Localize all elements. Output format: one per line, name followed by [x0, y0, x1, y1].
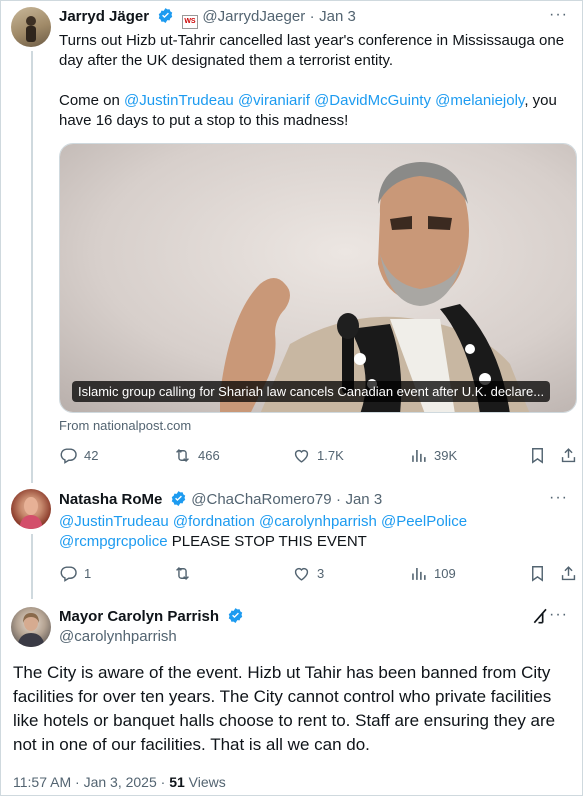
like-button[interactable]: 3: [292, 564, 324, 583]
handle[interactable]: @carolynhparrish: [59, 628, 177, 645]
tweet-text: @JustinTrudeau @fordnation @carolynhparr…: [59, 512, 579, 552]
handle[interactable]: @JarrydJaeger: [202, 8, 305, 25]
tweet-date[interactable]: Jan 3: [319, 8, 356, 25]
link-card-source[interactable]: From nationalpost.com: [59, 418, 191, 433]
tweet-text-line: have 16 days to put a stop to this madne…: [59, 112, 349, 129]
avatar-jarryd[interactable]: [11, 7, 51, 47]
mention-link[interactable]: @PeelPolice: [381, 513, 467, 530]
tweet-actions: 42 466 1.7K 39K: [59, 446, 579, 468]
repost-icon: [176, 566, 189, 581]
tweet-text-segment: PLEASE STOP THIS EVENT: [171, 533, 367, 550]
more-options-button[interactable]: ···: [549, 6, 568, 24]
repost-icon: [176, 448, 189, 463]
mention-link[interactable]: @DavidMcGuinty: [314, 92, 431, 109]
person-silhouette-icon: [26, 16, 36, 42]
reply-button[interactable]: 1: [59, 564, 91, 583]
tweet-text-segment: , you: [524, 92, 557, 109]
photo-man-with-microphone: [60, 144, 576, 412]
reply-icon: [60, 566, 77, 582]
tweet-text-segment: Come on: [59, 92, 125, 109]
bookmark-button[interactable]: [528, 564, 547, 583]
tweet-header: Natasha RoMe @ChaChaRomero79 · Jan 3: [59, 490, 382, 510]
reply-count: 42: [84, 448, 99, 463]
tweet-header: Mayor Carolyn Parrish: [59, 607, 244, 627]
heart-icon: [294, 449, 309, 463]
share-icon: [561, 566, 576, 581]
more-options-button[interactable]: ···: [549, 489, 568, 507]
mention-link[interactable]: @fordnation: [173, 513, 255, 530]
display-name[interactable]: Natasha RoMe: [59, 491, 162, 508]
tweet-actions: 1 3 109: [59, 564, 579, 586]
thread-connector-line: [31, 534, 33, 599]
reply-button[interactable]: 42: [59, 446, 98, 465]
analytics-icon: [412, 567, 426, 580]
tweet-thread: Jarryd Jäger WS @JarrydJaeger · Jan 3 ··…: [0, 0, 583, 796]
tweet-text-line: Turns out Hizb ut-Tahrir cancelled last …: [59, 32, 565, 49]
share-button[interactable]: [559, 446, 578, 465]
separator: ·: [75, 774, 80, 790]
display-name[interactable]: Jarryd Jäger: [59, 8, 149, 25]
repost-button[interactable]: 466: [173, 446, 220, 465]
tweet-header: Jarryd Jäger WS @JarrydJaeger · Jan 3: [59, 7, 356, 29]
views-button[interactable]: 39K: [409, 446, 457, 465]
analytics-icon: [412, 449, 426, 462]
separator: ·: [336, 491, 342, 508]
views-button[interactable]: 109: [409, 564, 456, 583]
link-card-image[interactable]: Islamic group calling for Shariah law ca…: [59, 143, 577, 413]
main-tweet-text: The City is aware of the event. Hizb ut …: [13, 663, 556, 754]
verified-badge-icon: [228, 608, 242, 623]
person-portrait-icon: [19, 497, 43, 529]
mention-link[interactable]: @JustinTrudeau: [124, 92, 234, 109]
view-count: 109: [434, 566, 456, 581]
bookmark-icon: [532, 448, 543, 464]
tweet-timestamp-row: 11:57 AM · Jan 3, 2025 · 51 Views: [13, 774, 226, 790]
handle[interactable]: @ChaChaRomero79: [191, 491, 331, 508]
repost-button[interactable]: [173, 564, 198, 583]
more-options-button[interactable]: ···: [549, 606, 568, 624]
separator: ·: [160, 774, 166, 790]
repost-count: 466: [198, 448, 220, 463]
person-portrait-icon: [17, 613, 45, 647]
tweet-text: Turns out Hizb ut-Tahrir cancelled last …: [59, 31, 579, 131]
bookmark-icon: [532, 566, 543, 582]
bookmark-button[interactable]: [528, 446, 547, 465]
link-card-caption: Islamic group calling for Shariah law ca…: [72, 381, 551, 402]
reply-count: 1: [84, 566, 92, 581]
tweet-time[interactable]: 11:57 AM: [13, 774, 71, 790]
avatar-carolyn[interactable]: [11, 607, 51, 647]
like-count: 1.7K: [317, 448, 344, 463]
display-name[interactable]: Mayor Carolyn Parrish: [59, 608, 219, 625]
avatar-natasha[interactable]: [11, 489, 51, 529]
views-label: Views: [188, 774, 226, 790]
verified-badge-icon: [158, 8, 172, 23]
tweet-full-date[interactable]: Jan 3, 2025: [84, 774, 157, 790]
mention-link[interactable]: @JustinTrudeau: [59, 513, 169, 530]
tweet-text-line: day after the UK designated them a terro…: [59, 52, 394, 69]
mention-link[interactable]: @melaniejoly: [435, 92, 524, 109]
mention-link[interactable]: @rcmpgrcpolice: [59, 533, 168, 550]
view-count: 39K: [434, 448, 458, 463]
thread-connector-line: [31, 51, 33, 483]
affiliate-badge: WS: [181, 15, 198, 29]
grok-logo-icon: [533, 608, 547, 624]
tweet-date[interactable]: Jan 3: [345, 491, 382, 508]
like-button[interactable]: 1.7K: [292, 446, 344, 465]
mention-link[interactable]: @carolynhparrish: [259, 513, 377, 530]
grok-icon[interactable]: [531, 606, 551, 626]
share-button[interactable]: [559, 564, 578, 583]
verified-badge-icon: [171, 491, 186, 506]
share-icon: [561, 448, 576, 463]
reply-icon: [60, 448, 77, 464]
like-count: 3: [317, 566, 325, 581]
mention-link[interactable]: @viraniarif: [238, 92, 310, 109]
views-count: 51: [169, 774, 185, 790]
separator: ·: [309, 8, 315, 25]
heart-icon: [294, 567, 309, 581]
